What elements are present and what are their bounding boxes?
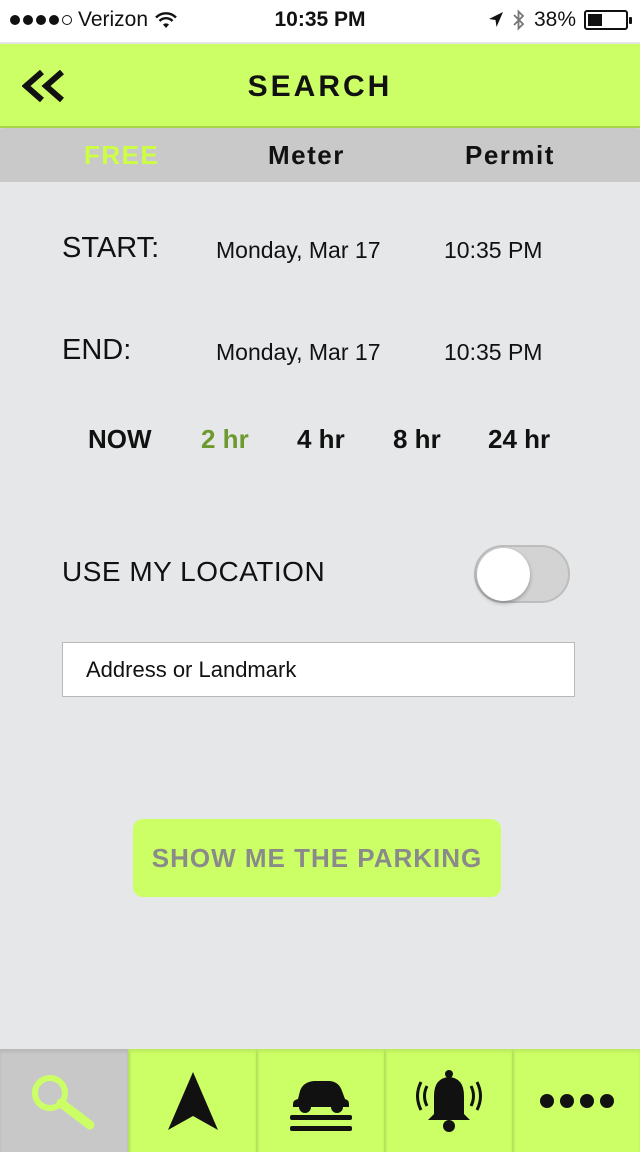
search-icon: [32, 1074, 95, 1129]
parking-type-tabs: FREE Meter Permit: [0, 129, 640, 182]
bottom-tab-bar: [0, 1049, 640, 1152]
tabbar-more[interactable]: [512, 1049, 640, 1152]
battery-icon: [584, 10, 632, 30]
duration-options: NOW 2 hr 4 hr 8 hr 24 hr: [0, 424, 640, 458]
header: SEARCH: [0, 44, 640, 128]
tabbar-navigate[interactable]: [128, 1049, 256, 1152]
use-location-label: USE MY LOCATION: [62, 556, 326, 587]
navigation-arrow-icon: [168, 1071, 218, 1130]
address-input[interactable]: [62, 642, 575, 697]
end-label: END:: [62, 334, 132, 366]
status-bar: Verizon 10:35 PM 38%: [0, 0, 640, 42]
tabbar-car[interactable]: [256, 1049, 384, 1152]
status-right: 38%: [488, 8, 632, 32]
tabbar-search[interactable]: [0, 1049, 128, 1152]
tab-permit[interactable]: Permit: [465, 129, 555, 182]
tabbar-alerts[interactable]: [384, 1049, 512, 1152]
duration-now[interactable]: NOW: [88, 424, 152, 455]
end-date[interactable]: Monday, Mar 17: [216, 339, 380, 366]
battery-percent: 38%: [533, 8, 576, 31]
use-location-toggle[interactable]: [474, 545, 570, 603]
alarm-bell-icon: [416, 1069, 482, 1132]
tab-free[interactable]: FREE: [84, 129, 159, 182]
tab-meter[interactable]: Meter: [268, 129, 345, 182]
location-arrow-icon: [488, 12, 503, 27]
duration-24hr[interactable]: 24 hr: [488, 424, 550, 455]
start-time[interactable]: 10:35 PM: [444, 237, 542, 264]
bluetooth-icon: [513, 9, 525, 31]
start-label: START:: [62, 232, 160, 264]
duration-8hr[interactable]: 8 hr: [393, 424, 441, 455]
duration-4hr[interactable]: 4 hr: [297, 424, 345, 455]
toggle-knob: [477, 548, 530, 601]
duration-2hr[interactable]: 2 hr: [201, 424, 249, 455]
show-parking-button[interactable]: SHOW ME THE PARKING: [133, 819, 501, 897]
more-dots-icon: [540, 1093, 614, 1108]
car-icon: [290, 1080, 352, 1131]
page-title: SEARCH: [247, 70, 393, 103]
end-time[interactable]: 10:35 PM: [444, 339, 542, 366]
start-date[interactable]: Monday, Mar 17: [216, 237, 380, 264]
